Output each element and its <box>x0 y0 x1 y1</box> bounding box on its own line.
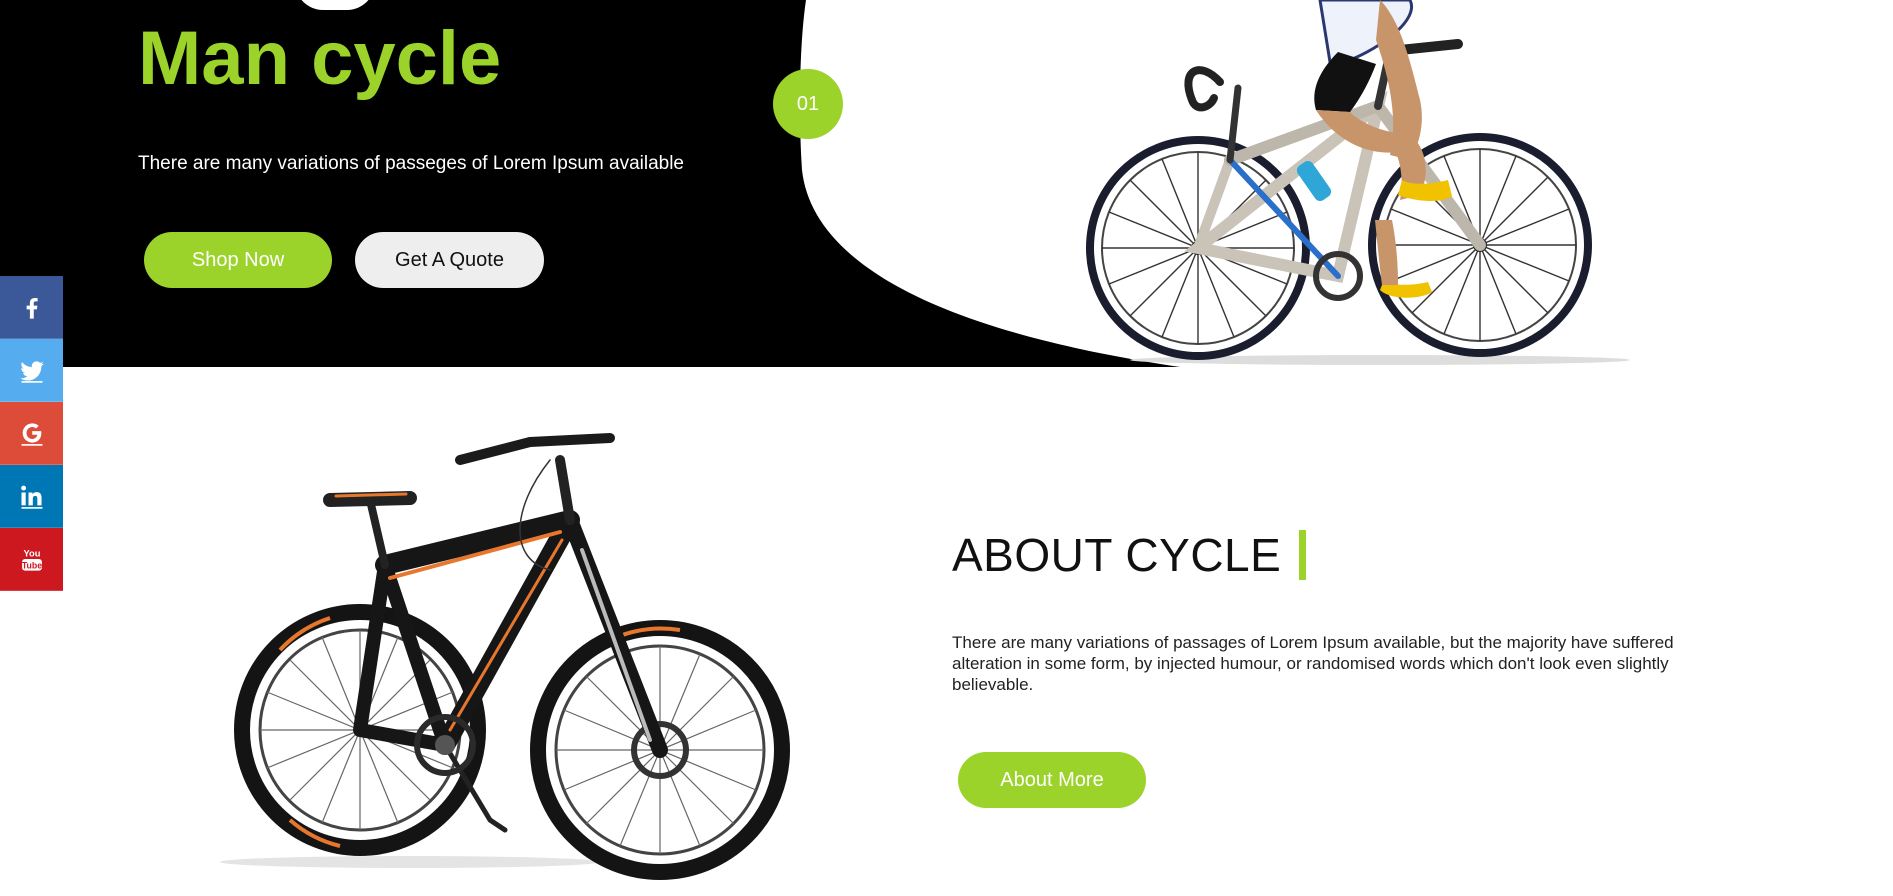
get-a-quote-button[interactable]: Get A Quote <box>355 232 544 288</box>
facebook-icon <box>26 298 38 319</box>
shop-now-button[interactable]: Shop Now <box>144 232 332 288</box>
social-sidebar: You Tube <box>0 276 63 591</box>
about-title: ABOUT CYCLE <box>952 529 1282 581</box>
twitter-link[interactable] <box>0 339 63 402</box>
hero-road-bike-image <box>1086 0 1630 365</box>
about-more-button[interactable]: About More <box>958 752 1146 808</box>
youtube-link[interactable]: You Tube <box>0 528 63 591</box>
hero-banner: Man cycle There are many variations of p… <box>0 0 1893 367</box>
linkedin-icon <box>20 485 42 509</box>
google-icon <box>21 423 42 446</box>
about-mountain-bike-image <box>220 433 790 880</box>
hero-subtitle: There are many variations of passeges of… <box>138 153 684 174</box>
about-title-accent-bar <box>1299 530 1307 580</box>
youtube-icon: You Tube <box>21 549 42 571</box>
page: Man cycle There are many variations of p… <box>0 0 1893 896</box>
slide-number-badge[interactable]: 01 <box>773 69 843 139</box>
google-plus-link[interactable] <box>0 402 63 465</box>
svg-text:Tube: Tube <box>21 560 41 570</box>
twitter-icon <box>19 361 44 383</box>
about-heading: ABOUT CYCLE <box>952 526 1307 584</box>
facebook-link[interactable] <box>0 276 63 339</box>
about-description: There are many variations of passages of… <box>952 633 1674 694</box>
linkedin-link[interactable] <box>0 465 63 528</box>
hero-title: Man cycle <box>138 16 502 101</box>
svg-text:You: You <box>23 549 40 559</box>
